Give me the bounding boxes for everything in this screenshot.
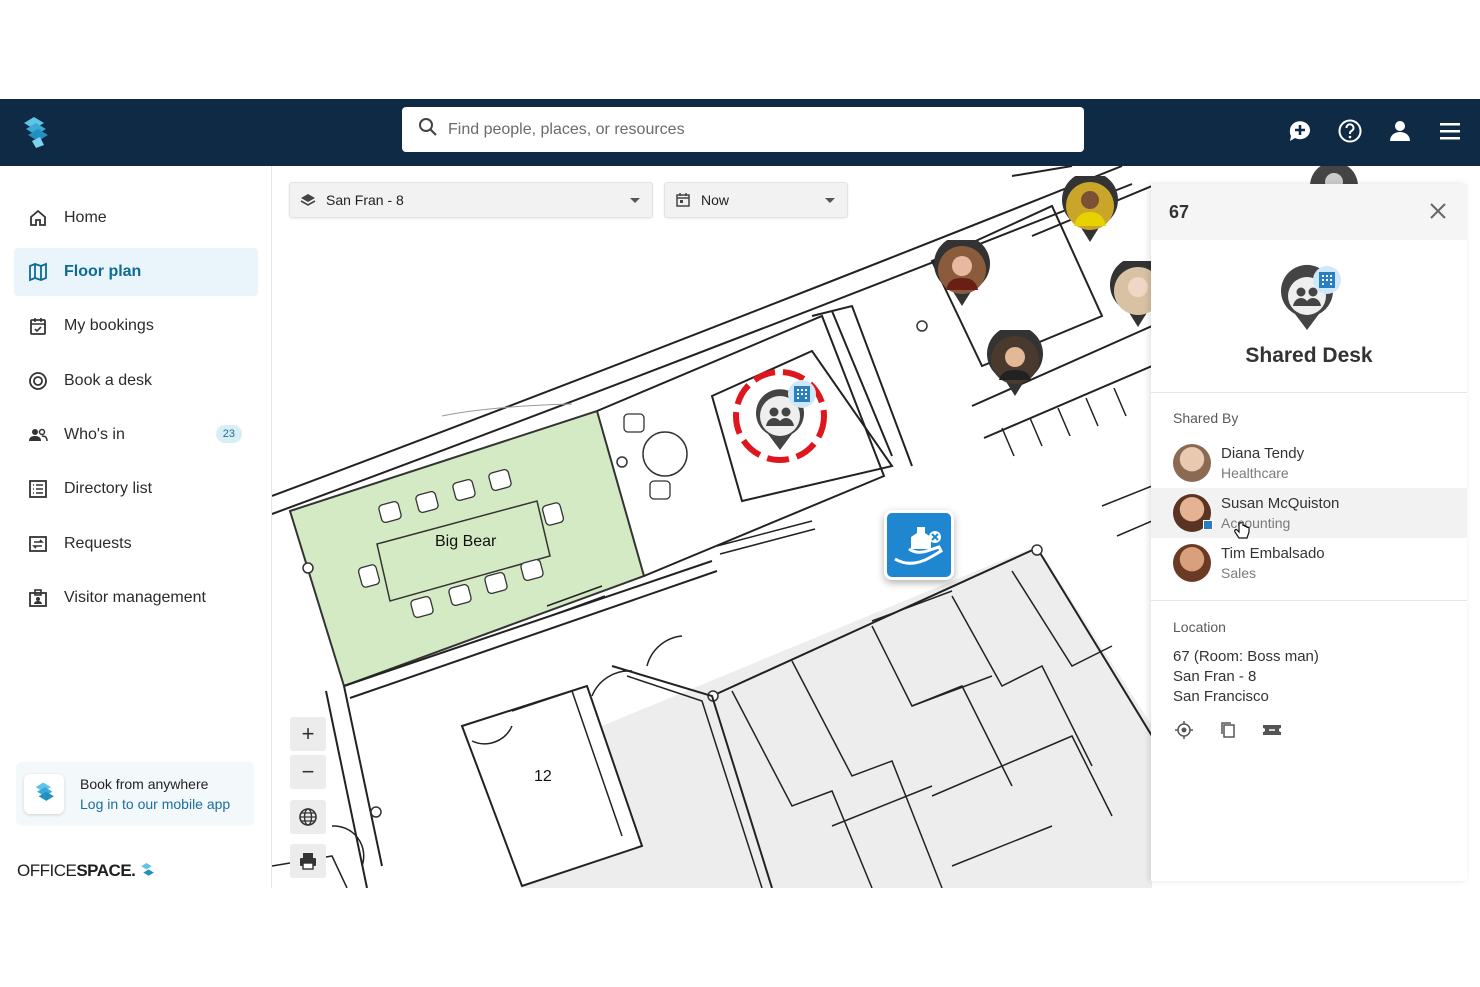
avatar [1173,494,1213,532]
shared-by-person[interactable]: Diana Tendy Healthcare [1151,438,1467,488]
person-department: Healthcare [1221,465,1289,481]
sidebar-item-requests[interactable]: Requests [14,520,258,568]
officespace-logo-icon[interactable] [20,115,50,149]
room-label-12: 12 [534,768,552,785]
location-line: San Francisco [1173,688,1269,705]
desk-detail-panel: 67 Shared Desk Shared By Diana Tendy Hea… [1151,184,1467,881]
home-icon [28,208,48,228]
requests-icon [28,534,48,554]
location-label: Location [1173,619,1226,635]
map-icon [28,262,48,282]
person-department: Sales [1221,565,1257,581]
sidebar-item-label: Requests [64,535,132,552]
sidebar-item-label: Directory list [64,480,153,497]
globe-icon[interactable] [290,800,326,834]
search-icon [418,117,438,142]
zoom-in-button[interactable]: + [290,717,326,751]
help-icon[interactable] [1336,117,1364,145]
chevron-down-icon [630,198,640,203]
divider [1151,392,1467,393]
sidebar-item-label: Who's in [64,426,125,443]
mobile-app-promo[interactable]: Book from anywhere Log in to our mobile … [16,762,254,826]
person-marker[interactable] [985,325,1045,400]
sidebar: Home Floor plan My bookings Book a desk … [0,166,272,888]
floor-select-value: San Fran - 8 [326,192,404,208]
person-name: Susan McQuiston [1221,495,1340,512]
ticket-icon[interactable] [1261,719,1283,741]
sidebar-item-book-a-desk[interactable]: Book a desk [14,357,258,405]
promo-link[interactable]: Log in to our mobile app [80,796,230,812]
shared-desk-icon [1277,264,1347,334]
sidebar-item-my-bookings[interactable]: My bookings [14,302,258,350]
avatar [1173,544,1211,582]
layers-icon [300,192,316,208]
officespace-app-icon [24,774,64,814]
people-icon [28,425,48,445]
menu-icon[interactable] [1436,117,1464,145]
time-select[interactable]: Now [664,182,848,218]
officespace-wordmark: OFFICE SPACE. [17,861,155,881]
building-badge-icon [1203,520,1213,530]
sidebar-item-label: Book a desk [64,372,153,389]
app-window: Home Floor plan My bookings Book a desk … [0,99,1480,888]
user-profile-icon[interactable] [1386,117,1414,145]
sidebar-item-floor-plan[interactable]: Floor plan [14,248,258,296]
close-icon[interactable] [1427,200,1449,222]
target-icon [28,371,48,391]
print-icon[interactable] [290,844,326,878]
floor-select[interactable]: San Fran - 8 [289,182,653,218]
calendar-icon [675,192,691,208]
location-line: San Fran - 8 [1173,668,1257,685]
feedback-icon[interactable] [1286,117,1314,145]
sidebar-item-home[interactable]: Home [14,194,258,242]
shared-by-person[interactable]: Susan McQuiston Accounting [1151,488,1467,539]
selected-shared-desk-marker[interactable] [730,362,836,468]
visitor-badge-icon [28,588,48,608]
sidebar-item-label: Floor plan [64,263,142,280]
search-input[interactable] [448,120,1048,139]
chevron-down-icon [825,198,835,203]
shared-by-person[interactable]: Tim Embalsado Sales [1151,538,1467,588]
sidebar-item-directory-list[interactable]: Directory list [14,465,258,513]
search-bar[interactable] [402,107,1084,152]
calendar-check-icon [28,316,48,336]
panel-title: Shared Desk [1245,344,1373,367]
sidebar-item-label: Home [64,209,107,226]
locate-icon[interactable] [1173,719,1195,741]
list-icon [28,479,48,499]
top-bar [0,99,1480,166]
sidebar-item-whos-in[interactable]: Who's in 23 [14,411,258,459]
sidebar-item-label: My bookings [64,317,154,334]
person-name: Diana Tendy [1221,445,1305,462]
sidebar-item-visitor-management[interactable]: Visitor management [14,574,258,622]
person-marker[interactable] [932,235,992,310]
divider [1151,600,1467,601]
desk-id: 67 [1169,201,1190,222]
room-label-big-bear: Big Bear [435,533,497,550]
sidebar-item-label: Visitor management [64,589,206,606]
person-marker[interactable] [1060,171,1120,246]
promo-title: Book from anywhere [80,776,209,792]
avatar [1173,444,1211,482]
whos-in-count-badge: 23 [215,425,242,443]
time-select-value: Now [701,192,730,208]
person-name: Tim Embalsado [1221,545,1325,562]
shared-by-label: Shared By [1173,410,1239,426]
zoom-out-button[interactable]: − [290,755,326,789]
location-line: 67 (Room: Boss man) [1173,648,1319,665]
hand-sanitizer-icon[interactable] [884,510,954,580]
officespace-mark-icon [141,863,155,876]
copy-icon[interactable] [1217,719,1239,741]
